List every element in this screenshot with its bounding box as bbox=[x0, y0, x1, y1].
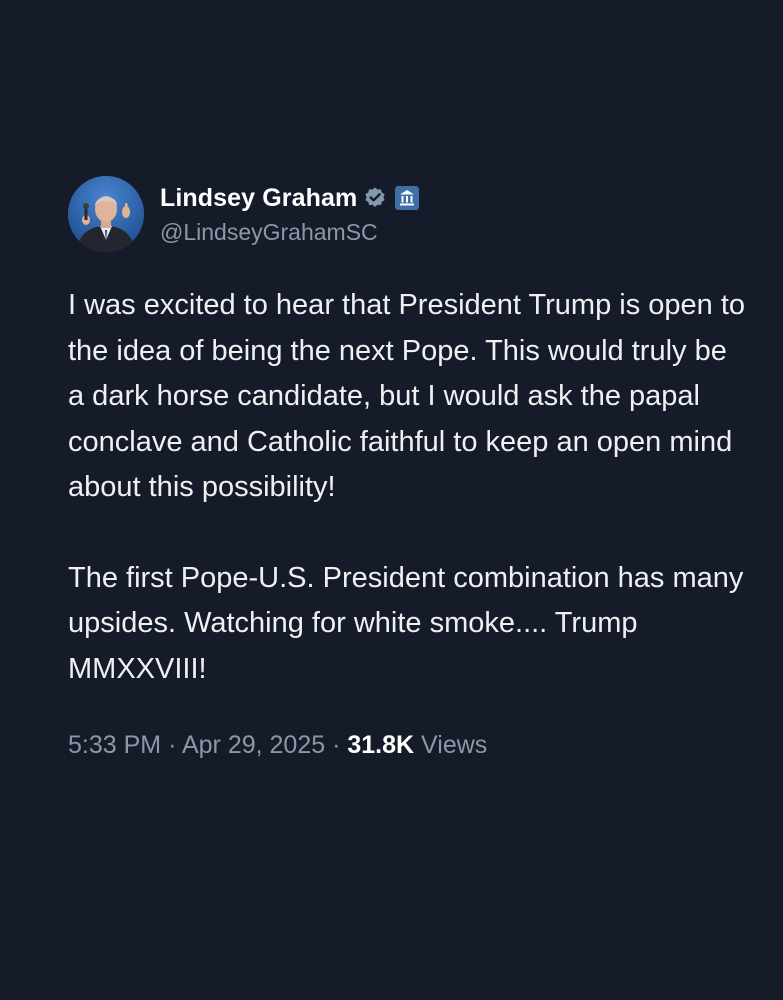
author-names: Lindsey Graham @LindseyGrahamSC bbox=[160, 181, 420, 247]
user-handle[interactable]: @LindseyGrahamSC bbox=[160, 217, 419, 247]
tweet-meta: 5:33 PM · Apr 29, 2025 · 31.8K Views bbox=[68, 729, 748, 761]
tweet-header: Lindsey Graham @LindseyGrahamSC bbox=[68, 175, 748, 253]
avatar-photo bbox=[68, 176, 144, 252]
display-name[interactable]: Lindsey Graham bbox=[160, 184, 357, 213]
meta-separator: · bbox=[168, 731, 177, 759]
tweet-date[interactable]: Apr 29, 2025 bbox=[182, 731, 325, 759]
verified-badge-icon[interactable] bbox=[363, 186, 387, 210]
tweet-time[interactable]: 5:33 PM bbox=[68, 731, 161, 759]
views-count[interactable]: 31.8K bbox=[347, 731, 414, 759]
tweet-paragraph: I was excited to hear that President Tru… bbox=[68, 289, 746, 503]
government-building-icon[interactable] bbox=[395, 186, 420, 210]
tweet-card: Lindsey Graham @LindseyGrahamSC I was ex… bbox=[68, 175, 748, 761]
avatar[interactable] bbox=[68, 176, 144, 252]
meta-separator: · bbox=[332, 731, 341, 759]
tweet-paragraph: The first Pope-U.S. President combinatio… bbox=[68, 561, 744, 685]
views-label: Views bbox=[421, 731, 488, 759]
tweet-text: I was excited to hear that President Tru… bbox=[68, 283, 748, 692]
name-row: Lindsey Graham bbox=[160, 181, 420, 215]
